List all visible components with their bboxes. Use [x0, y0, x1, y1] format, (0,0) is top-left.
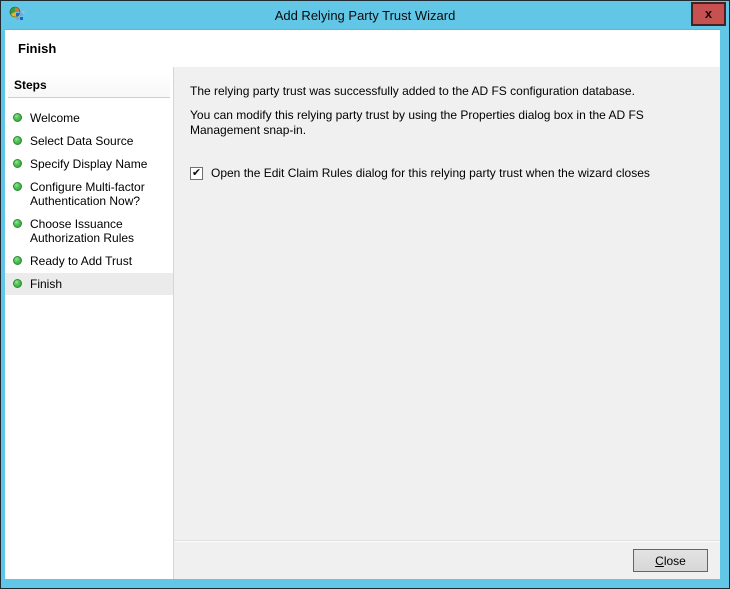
success-message: The relying party trust was successfully…: [190, 84, 702, 99]
steps-heading: Steps: [8, 72, 170, 98]
step-label: Finish: [30, 277, 62, 291]
step-item-welcome[interactable]: Welcome: [5, 107, 173, 129]
step-label: Welcome: [30, 111, 80, 125]
steps-sidebar: Steps Welcome Select Data Source Specify…: [5, 67, 174, 579]
wizard-footer: Close: [174, 541, 720, 579]
page-header: Finish: [5, 30, 720, 67]
wizard-window: Add Relying Party Trust Wizard x Finish …: [0, 0, 730, 589]
step-complete-icon: [13, 219, 22, 228]
step-label: Select Data Source: [30, 134, 133, 148]
step-item-select-data-source[interactable]: Select Data Source: [5, 130, 173, 152]
steps-list: Welcome Select Data Source Specify Displ…: [5, 107, 173, 295]
window-title: Add Relying Party Trust Wizard: [41, 8, 689, 23]
step-item-specify-display-name[interactable]: Specify Display Name: [5, 153, 173, 175]
step-item-choose-issuance-rules[interactable]: Choose Issuance Authorization Rules: [5, 213, 173, 249]
page-title: Finish: [18, 41, 56, 56]
step-item-configure-mfa[interactable]: Configure Multi-factor Authentication No…: [5, 176, 173, 212]
adfs-app-icon: [9, 6, 26, 23]
finish-page-text: The relying party trust was successfully…: [174, 67, 720, 541]
checkmark-icon: ✔: [192, 168, 201, 179]
step-label: Ready to Add Trust: [30, 254, 132, 268]
wizard-body: Steps Welcome Select Data Source Specify…: [5, 67, 720, 579]
step-complete-icon: [13, 159, 22, 168]
step-item-finish[interactable]: Finish: [5, 273, 173, 295]
wizard-frame: Finish Steps Welcome Select Data Source: [5, 29, 720, 579]
titlebar[interactable]: Add Relying Party Trust Wizard x: [1, 1, 729, 29]
wizard-page-content: The relying party trust was successfully…: [174, 67, 720, 579]
modify-hint-message: You can modify this relying party trust …: [190, 108, 702, 138]
checkbox-row: ✔ Open the Edit Claim Rules dialog for t…: [190, 166, 702, 181]
open-edit-claim-rules-label[interactable]: Open the Edit Claim Rules dialog for thi…: [211, 166, 650, 181]
step-complete-icon: [13, 113, 22, 122]
step-complete-icon: [13, 279, 22, 288]
step-complete-icon: [13, 136, 22, 145]
step-complete-icon: [13, 256, 22, 265]
step-item-ready-to-add-trust[interactable]: Ready to Add Trust: [5, 250, 173, 272]
step-complete-icon: [13, 182, 22, 191]
open-edit-claim-rules-checkbox[interactable]: ✔: [190, 167, 203, 180]
window-close-button[interactable]: x: [691, 2, 726, 26]
step-label: Choose Issuance Authorization Rules: [30, 217, 134, 245]
step-label: Specify Display Name: [30, 157, 147, 171]
step-label: Configure Multi-factor Authentication No…: [30, 180, 145, 208]
close-button[interactable]: Close: [633, 549, 708, 572]
